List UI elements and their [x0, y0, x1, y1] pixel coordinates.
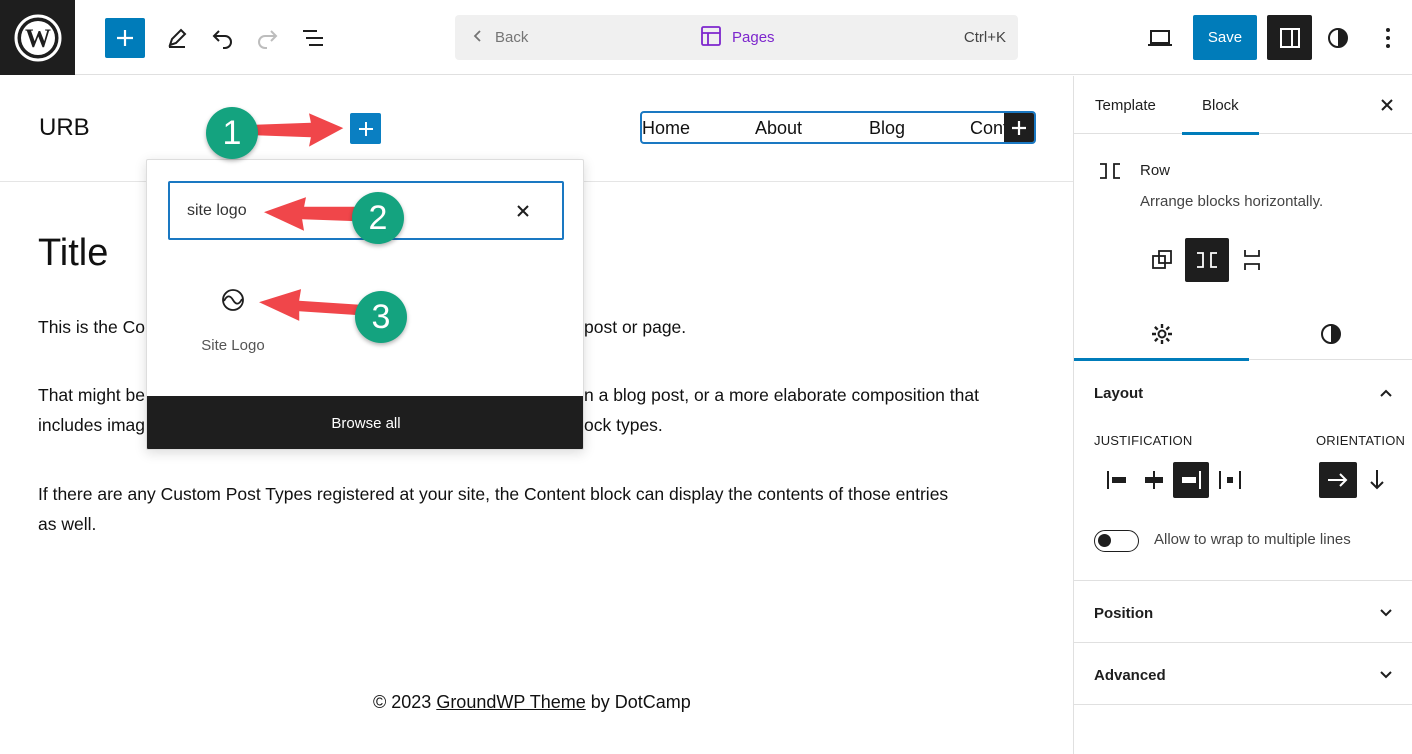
- position-panel-title[interactable]: Position: [1094, 605, 1153, 622]
- panel-divider: [1074, 580, 1412, 581]
- styles-contrast-icon[interactable]: [1318, 18, 1358, 58]
- chevron-down-icon[interactable]: [1374, 663, 1398, 687]
- annotation-badge-3: 3: [355, 291, 407, 343]
- save-button[interactable]: Save: [1193, 15, 1257, 60]
- footer-credit: © 2023 GroundWP Theme by DotCamp: [373, 692, 691, 713]
- annotation-badge-1: 1: [206, 107, 258, 159]
- nav-item-contact[interactable]: Cont: [970, 118, 1008, 139]
- clear-search-close-icon[interactable]: [512, 200, 534, 222]
- svg-text:W: W: [25, 24, 51, 53]
- site-title[interactable]: URB: [39, 114, 90, 142]
- page-title[interactable]: Title: [38, 232, 108, 275]
- back-button[interactable]: Back: [473, 15, 528, 60]
- justify-center-icon[interactable]: [1136, 462, 1172, 498]
- chevron-down-icon[interactable]: [1374, 601, 1398, 625]
- nav-item-about[interactable]: About: [755, 118, 802, 139]
- command-center-title[interactable]: Pages: [700, 15, 775, 60]
- nav-item-home[interactable]: Home: [642, 118, 690, 139]
- row-block-icon: [1098, 160, 1122, 187]
- justify-right-icon[interactable]: [1173, 462, 1209, 498]
- justification-label: JUSTIFICATION: [1094, 433, 1193, 448]
- wrap-toggle[interactable]: [1094, 530, 1139, 552]
- site-logo-icon: [220, 287, 246, 313]
- panel-divider: [1074, 704, 1412, 705]
- keyboard-shortcut: Ctrl+K: [963, 29, 1006, 46]
- paragraph-1-start[interactable]: This is the Co: [38, 312, 145, 342]
- redo-icon[interactable]: [247, 18, 287, 58]
- chevron-left-icon: [473, 29, 483, 47]
- undo-icon[interactable]: [203, 18, 243, 58]
- panel-divider: [1074, 642, 1412, 643]
- footer-suffix: by DotCamp: [585, 692, 691, 712]
- paragraph-3-line2[interactable]: as well.: [38, 509, 96, 539]
- block-result-label: Site Logo: [201, 337, 265, 354]
- orientation-horizontal-arrow-right-icon[interactable]: [1319, 462, 1357, 498]
- paragraph-2-line2-start[interactable]: includes imag: [38, 410, 145, 440]
- toggle-knob: [1098, 534, 1111, 547]
- settings-gear-icon[interactable]: [1074, 308, 1249, 361]
- paragraph-2-line1-end[interactable]: n a blog post, or a more elaborate compo…: [584, 380, 979, 410]
- orientation-label: ORIENTATION: [1316, 433, 1406, 448]
- block-inserter-button[interactable]: [105, 18, 145, 58]
- desktop-preview-icon[interactable]: [1140, 18, 1180, 58]
- more-options-icon[interactable]: [1368, 18, 1408, 58]
- command-center[interactable]: Back Pages Ctrl+K: [455, 15, 1018, 60]
- justify-space-between-icon[interactable]: [1212, 462, 1248, 498]
- wordpress-logo-icon[interactable]: W: [0, 0, 75, 75]
- chevron-up-icon[interactable]: [1374, 381, 1398, 405]
- layout-panel-title[interactable]: Layout: [1094, 385, 1143, 402]
- block-description: Arrange blocks horizontally.: [1140, 193, 1324, 210]
- back-label: Back: [495, 29, 529, 46]
- settings-styles-tabs: [1074, 308, 1412, 361]
- list-view-icon[interactable]: [293, 18, 333, 58]
- settings-sidebar-toggle-icon[interactable]: [1267, 15, 1312, 60]
- tools-pencil-icon[interactable]: [157, 18, 197, 58]
- group-variation-icon[interactable]: [1140, 238, 1184, 282]
- paragraph-1-end[interactable]: post or page.: [584, 312, 686, 342]
- command-center-label: Pages: [732, 29, 775, 46]
- row-variation-icon[interactable]: [1185, 238, 1229, 282]
- sidebar-tabs: Template Block: [1074, 76, 1412, 135]
- paragraph-2-line2-end[interactable]: ock types.: [584, 410, 663, 440]
- editor-header: W Back Pages Ctrl+K Save: [0, 0, 1412, 75]
- tab-block[interactable]: Block: [1182, 76, 1259, 135]
- nav-add-plus-icon[interactable]: [1004, 113, 1034, 142]
- styles-contrast-icon[interactable]: [1249, 308, 1412, 360]
- browse-all-button[interactable]: Browse all: [147, 396, 583, 449]
- advanced-panel-title[interactable]: Advanced: [1094, 667, 1166, 684]
- block-name: Row: [1140, 162, 1171, 179]
- wrap-toggle-label: Allow to wrap to multiple lines: [1154, 531, 1351, 548]
- tab-template[interactable]: Template: [1095, 76, 1156, 134]
- footer-theme-link[interactable]: GroundWP Theme: [436, 692, 585, 712]
- block-result-site-logo[interactable]: Site Logo: [187, 282, 277, 362]
- paragraph-3-line1[interactable]: If there are any Custom Post Types regis…: [38, 479, 948, 509]
- stack-variation-icon[interactable]: [1230, 238, 1274, 282]
- inserter-search-input[interactable]: [187, 199, 507, 223]
- settings-sidebar: Template Block Row Arrange blocks horizo…: [1073, 76, 1412, 754]
- pages-layout-icon: [700, 25, 722, 51]
- orientation-vertical-arrow-down-icon[interactable]: [1358, 462, 1396, 498]
- annotation-badge-2: 2: [352, 192, 404, 244]
- block-appender-plus-icon[interactable]: [350, 113, 381, 144]
- justify-left-icon[interactable]: [1099, 462, 1135, 498]
- footer-prefix: © 2023: [373, 692, 437, 712]
- navigation-block[interactable]: Home About Blog Cont: [640, 111, 1036, 144]
- close-icon[interactable]: [1375, 93, 1399, 117]
- paragraph-2-line1-start[interactable]: That might be: [38, 380, 145, 410]
- nav-item-blog[interactable]: Blog: [869, 118, 905, 139]
